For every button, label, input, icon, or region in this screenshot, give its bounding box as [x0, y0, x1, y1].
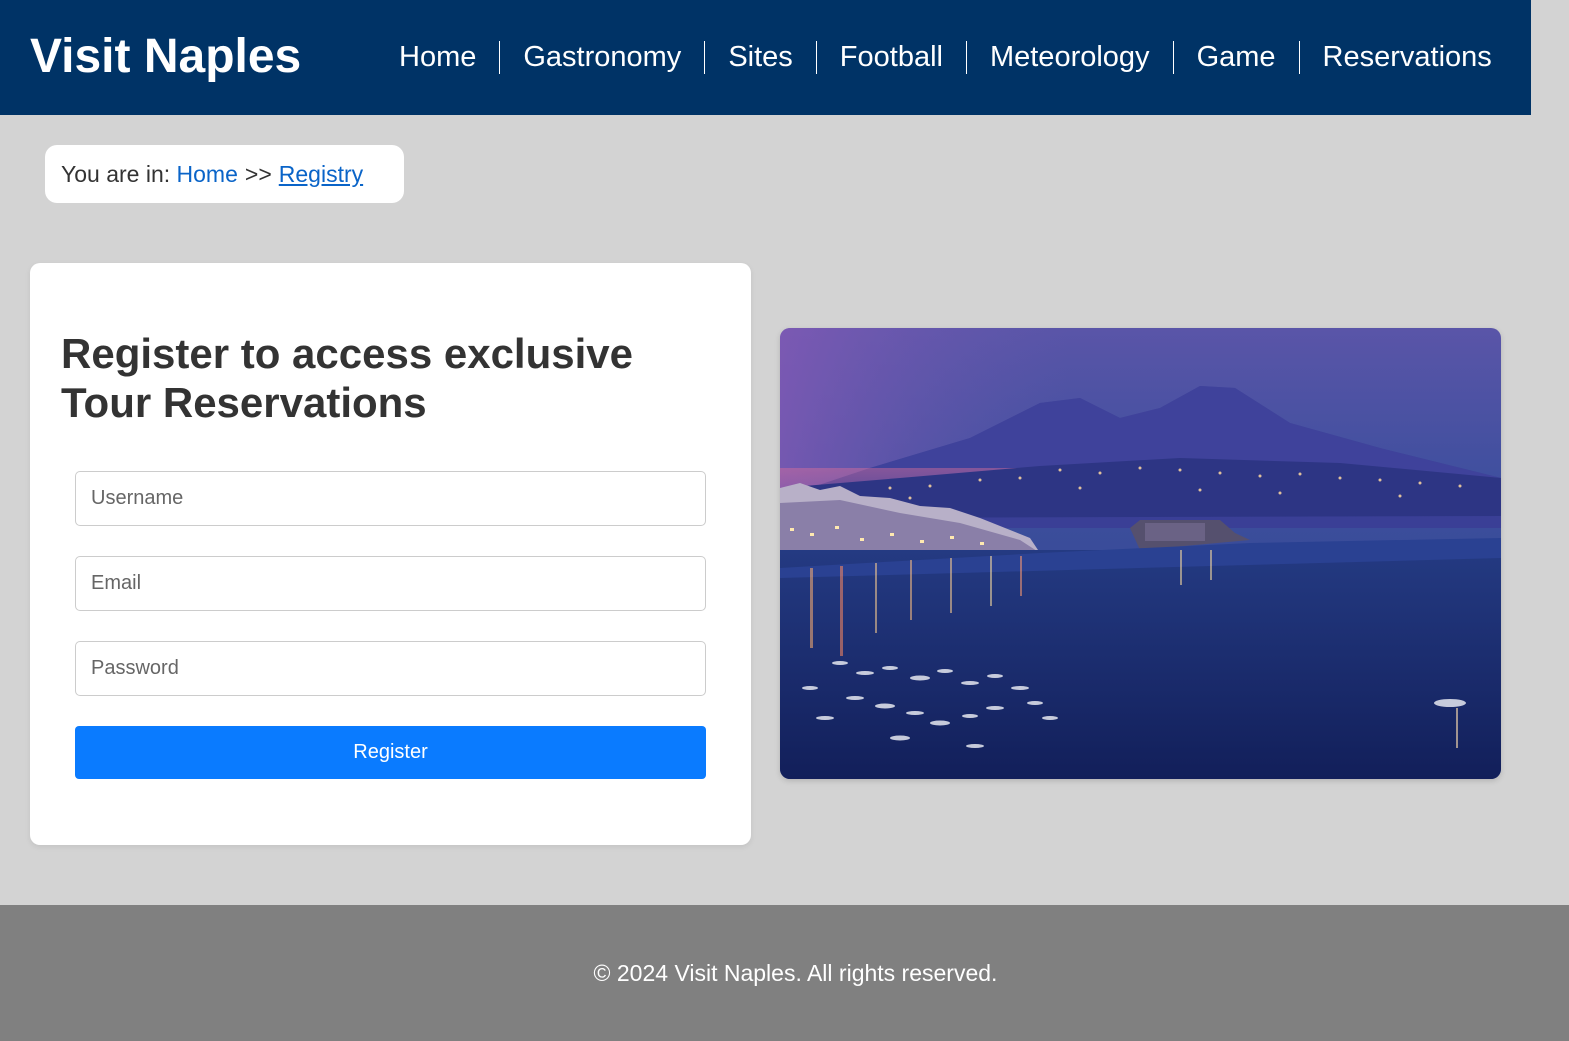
naples-bay-night-photo	[780, 328, 1501, 779]
nav-item-football[interactable]: Football	[815, 41, 966, 74]
register-title: Register to access exclusive Tour Reserv…	[61, 330, 634, 426]
nav-item-game[interactable]: Game	[1172, 41, 1299, 74]
nav-item-home[interactable]: Home	[376, 41, 499, 74]
breadcrumb: You are in: Home >> Registry	[45, 145, 404, 203]
site-footer: © 2024 Visit Naples. All rights reserved…	[0, 905, 1569, 1041]
register-card: Register to access exclusive Tour Reserv…	[30, 263, 751, 845]
naples-bay-photo-graphic	[780, 328, 1501, 779]
main-nav: Home Gastronomy Sites Football Meteorolo…	[376, 41, 1515, 74]
username-input[interactable]	[75, 471, 706, 526]
nav-item-reservations[interactable]: Reservations	[1298, 41, 1515, 74]
breadcrumb-home-link[interactable]: Home	[177, 161, 238, 188]
email-input[interactable]	[75, 556, 706, 611]
breadcrumb-current-link[interactable]: Registry	[279, 161, 363, 188]
nav-item-gastronomy[interactable]: Gastronomy	[499, 41, 704, 74]
footer-copyright: © 2024 Visit Naples. All rights reserved…	[593, 960, 998, 986]
site-header: Visit Naples Home Gastronomy Sites Footb…	[0, 0, 1531, 115]
breadcrumb-prefix: You are in:	[61, 160, 171, 187]
nav-item-sites[interactable]: Sites	[704, 41, 815, 74]
nav-item-meteorology[interactable]: Meteorology	[965, 41, 1173, 74]
site-title[interactable]: Visit Naples	[30, 30, 301, 84]
password-input[interactable]	[75, 641, 706, 696]
breadcrumb-separator: >>	[244, 160, 272, 187]
register-button[interactable]: Register	[75, 726, 706, 779]
